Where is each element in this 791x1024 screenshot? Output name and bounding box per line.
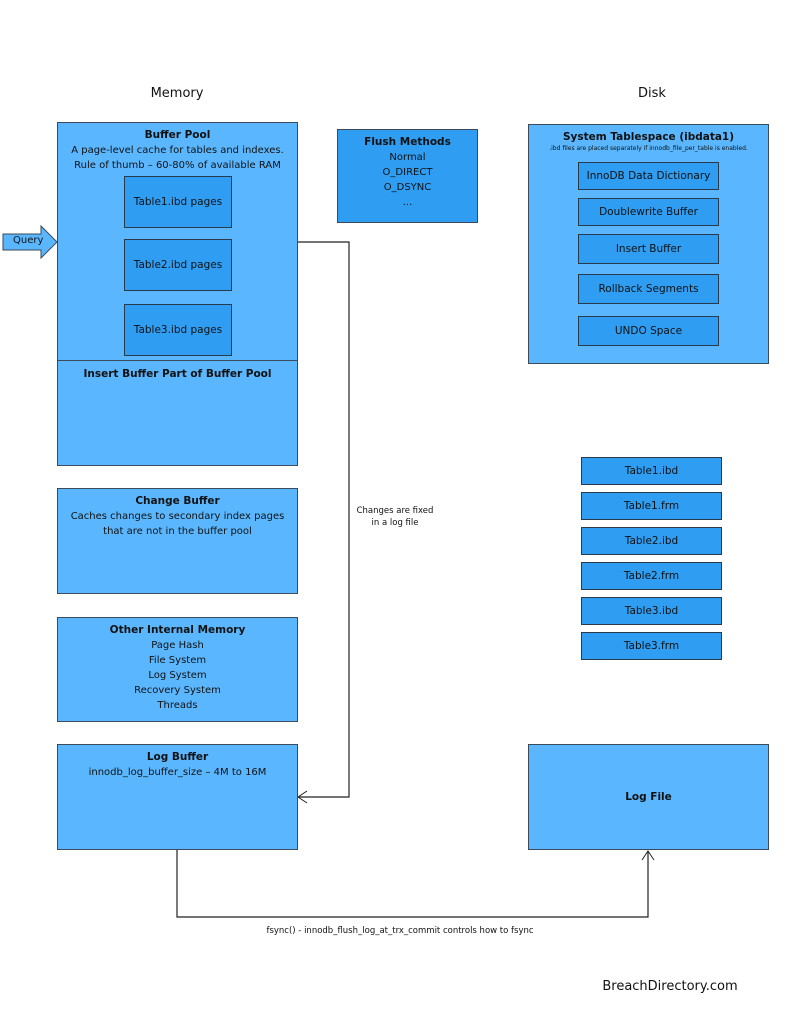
log-buffer-title: Log Buffer [146, 751, 209, 763]
other-memory-item: Recovery System [134, 685, 221, 696]
change-buffer-desc-1: Caches changes to secondary index pages [70, 511, 285, 522]
flush-method-item: O_DSYNC [383, 182, 432, 193]
changes-label-line-2: in a log file [371, 518, 419, 528]
system-tablespace-title: System Tablespace (ibdata1) [562, 131, 735, 143]
insert-buffer-part-title: Insert Buffer Part of Buffer Pool [83, 368, 272, 380]
buffer-page-table1: Table1.ibd pages [124, 176, 232, 228]
change-buffer-desc-2: that are not in the buffer pool [103, 526, 252, 537]
insert-buffer-part-box: Insert Buffer Part of Buffer Pool [57, 360, 298, 466]
watermark: BreachDirectory.com [602, 979, 738, 994]
disk-file-table1-ibd: Table1.ibd [581, 457, 722, 485]
tablespace-item-insert-buffer: Insert Buffer [578, 234, 719, 264]
other-memory-item: Page Hash [151, 640, 204, 651]
tablespace-item-undo-space: UNDO Space [578, 316, 719, 346]
system-tablespace-note: .ibd files are placed separately if inno… [549, 145, 748, 152]
tablespace-item-doublewrite-buffer: Doublewrite Buffer [578, 198, 719, 226]
change-buffer-box: Change Buffer Caches changes to secondar… [57, 488, 298, 594]
other-memory-item: Log System [148, 670, 207, 681]
buffer-page-table3: Table3.ibd pages [124, 304, 232, 356]
flush-methods-title: Flush Methods [364, 136, 451, 148]
buffer-page-table2: Table2.ibd pages [124, 239, 232, 291]
disk-file-table2-ibd: Table2.ibd [581, 527, 722, 555]
log-file-box: Log File [528, 744, 769, 850]
query-label: Query [13, 235, 44, 246]
changes-label-line-1: Changes are fixed [356, 506, 434, 516]
flush-methods-box: Flush Methods Normal O_DIRECT O_DSYNC ..… [337, 129, 478, 223]
other-memory-item: Threads [157, 700, 198, 711]
buffer-pool-desc-1: A page-level cache for tables and indexe… [71, 145, 284, 156]
disk-file-table3-frm: Table3.frm [581, 632, 722, 660]
disk-file-table2-frm: Table2.frm [581, 562, 722, 590]
flush-method-item: O_DIRECT [382, 167, 433, 178]
log-buffer-box: Log Buffer innodb_log_buffer_size – 4M t… [57, 744, 298, 850]
disk-file-table1-frm: Table1.frm [581, 492, 722, 520]
other-memory-title: Other Internal Memory [109, 624, 246, 636]
log-file-title: Log File [625, 790, 672, 803]
tablespace-item-data-dictionary: InnoDB Data Dictionary [578, 162, 719, 190]
buffer-pool-box: Buffer Pool A page-level cache for table… [57, 122, 298, 361]
tablespace-item-rollback-segments: Rollback Segments [578, 274, 719, 304]
system-tablespace-box: System Tablespace (ibdata1) .ibd files a… [528, 124, 769, 364]
flush-method-item: Normal [389, 152, 426, 163]
disk-file-table3-ibd: Table3.ibd [581, 597, 722, 625]
buffer-pool-title: Buffer Pool [144, 129, 211, 141]
changes-label: Changes are fixed in a log file [340, 505, 450, 529]
fsync-label: fsync() - innodb_flush_log_at_trx_commit… [266, 926, 534, 936]
flush-method-item: ... [402, 197, 413, 208]
other-internal-memory-box: Other Internal Memory Page Hash File Sys… [57, 617, 298, 722]
log-buffer-desc: innodb_log_buffer_size – 4M to 16M [88, 767, 267, 778]
fsync-connector [176, 849, 649, 918]
other-memory-item: File System [148, 655, 207, 666]
change-buffer-title: Change Buffer [135, 495, 220, 507]
buffer-pool-desc-2: Rule of thumb – 60-80% of available RAM [74, 160, 281, 171]
